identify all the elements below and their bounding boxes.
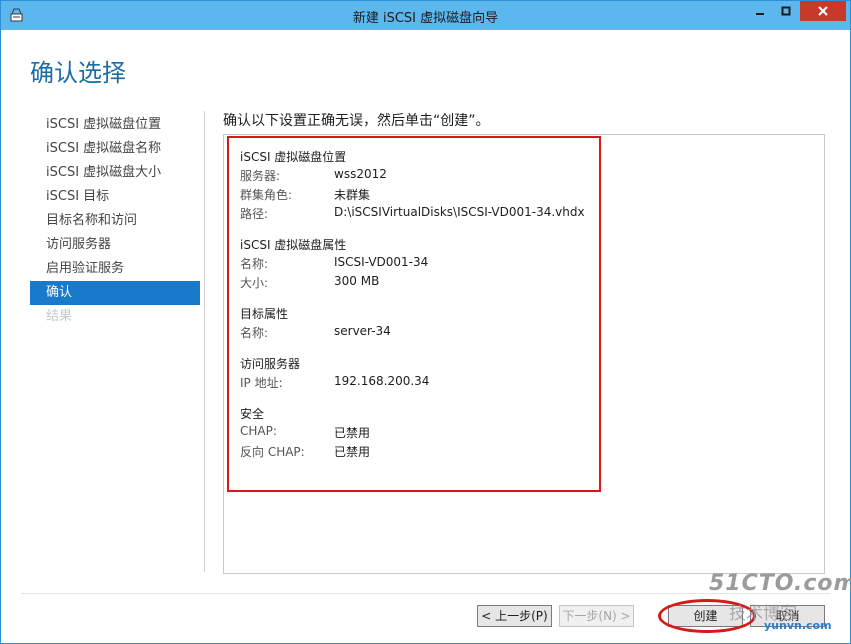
- window-title: 新建 iSCSI 虚拟磁盘向导: [352, 11, 499, 26]
- label-server: 服务器:: [240, 169, 281, 183]
- value-ip-address: 192.168.200.34: [334, 374, 430, 388]
- label-disk-name: 名称:: [240, 257, 269, 271]
- sidebar-item-iscsi-target[interactable]: iSCSI 目标: [30, 185, 200, 209]
- title-bar[interactable]: 新建 iSCSI 虚拟磁盘向导: [1, 1, 850, 30]
- sidebar-item-results: 结果: [46, 309, 73, 324]
- label-chap: CHAP:: [240, 424, 277, 438]
- sidebar-item-confirmation[interactable]: 确认: [30, 281, 200, 305]
- minimize-button[interactable]: [748, 1, 772, 21]
- maximize-button[interactable]: [774, 1, 798, 21]
- label-cluster-role: 群集角色:: [240, 188, 293, 202]
- cancel-button[interactable]: 取消: [750, 605, 825, 627]
- sidebar-item-disk-location[interactable]: iSCSI 虚拟磁盘位置: [30, 113, 200, 137]
- value-chap: 已禁用: [334, 426, 371, 440]
- value-cluster-role: 未群集: [334, 188, 371, 202]
- sidebar-item-disk-size[interactable]: iSCSI 虚拟磁盘大小: [30, 161, 200, 185]
- wizard-steps-sidebar: iSCSI 虚拟磁盘位置 iSCSI 虚拟磁盘名称 iSCSI 虚拟磁盘大小 i…: [30, 113, 200, 329]
- previous-button[interactable]: < 上一步(P): [477, 605, 552, 627]
- value-disk-name: ISCSI-VD001-34: [334, 255, 429, 269]
- value-server: wss2012: [334, 167, 387, 181]
- create-highlight-annotation: [658, 599, 756, 633]
- label-ip-address: IP 地址:: [240, 376, 283, 390]
- label-reverse-chap: 反向 CHAP:: [240, 445, 305, 459]
- label-disk-size: 大小:: [240, 276, 269, 290]
- value-target-name: server-34: [334, 324, 391, 338]
- sidebar-divider: [204, 111, 205, 572]
- sidebar-item-disk-name[interactable]: iSCSI 虚拟磁盘名称: [30, 137, 200, 161]
- close-button[interactable]: [800, 1, 846, 21]
- sidebar-item-target-name-access[interactable]: 目标名称和访问: [30, 209, 200, 233]
- close-icon: [818, 6, 828, 16]
- label-path: 路径:: [240, 207, 269, 221]
- instruction-text: 确认以下设置正确无误，然后单击“创建”。: [223, 113, 490, 129]
- maximize-icon: [781, 6, 791, 16]
- sidebar-item-enable-auth[interactable]: 启用验证服务: [30, 257, 200, 281]
- section-title-target-properties: 目标属性: [240, 307, 289, 321]
- section-title-disk-location: iSCSI 虚拟磁盘位置: [240, 150, 347, 164]
- footer-divider: [21, 593, 831, 594]
- value-disk-size: 300 MB: [334, 274, 380, 288]
- value-reverse-chap: 已禁用: [334, 445, 371, 459]
- section-title-disk-properties: iSCSI 虚拟磁盘属性: [240, 238, 347, 252]
- section-title-access-servers: 访问服务器: [240, 357, 301, 371]
- page-title: 确认选择: [30, 59, 126, 87]
- sidebar-item-access-servers[interactable]: 访问服务器: [30, 233, 200, 257]
- value-path: D:\iSCSIVirtualDisks\ISCSI-VD001-34.vhdx: [334, 205, 585, 219]
- section-title-security: 安全: [240, 407, 265, 421]
- minimize-icon: [756, 13, 764, 15]
- label-target-name: 名称:: [240, 326, 269, 340]
- next-button: 下一步(N) >: [559, 605, 634, 627]
- wizard-window: 新建 iSCSI 虚拟磁盘向导 确认选择 iSCSI 虚拟磁盘位置 iSCSI …: [0, 0, 851, 644]
